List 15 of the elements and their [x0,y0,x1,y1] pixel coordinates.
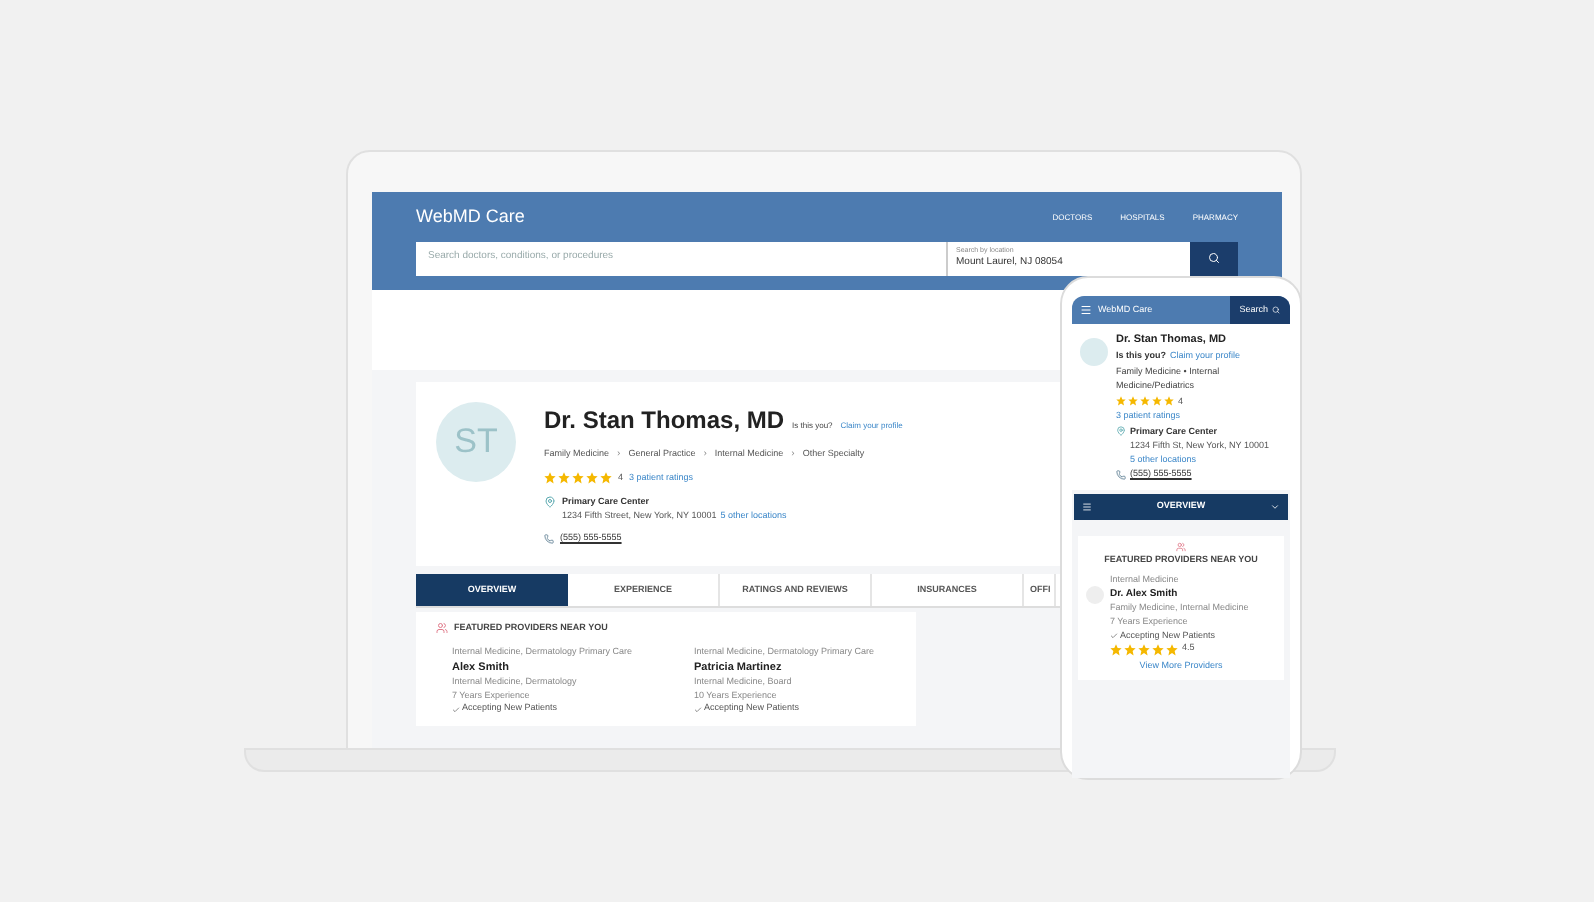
location-pin-icon [1116,426,1126,436]
people-icon [1176,542,1186,552]
phone-icon [1116,470,1126,481]
location-pin-icon [544,495,556,508]
list-icon [1082,502,1092,512]
search-icon [1208,252,1220,264]
search-button[interactable] [1190,241,1238,275]
search-icon [1272,306,1280,314]
menu-icon [1080,304,1092,316]
avatar-initials: ST [436,401,516,481]
site-logo: WebMD Care [416,204,525,230]
people-icon [436,622,448,635]
chevron-down-icon [1270,502,1280,512]
phone-icon [544,534,554,545]
doctor-name: Dr. Stan Thomas, MD [544,403,785,437]
